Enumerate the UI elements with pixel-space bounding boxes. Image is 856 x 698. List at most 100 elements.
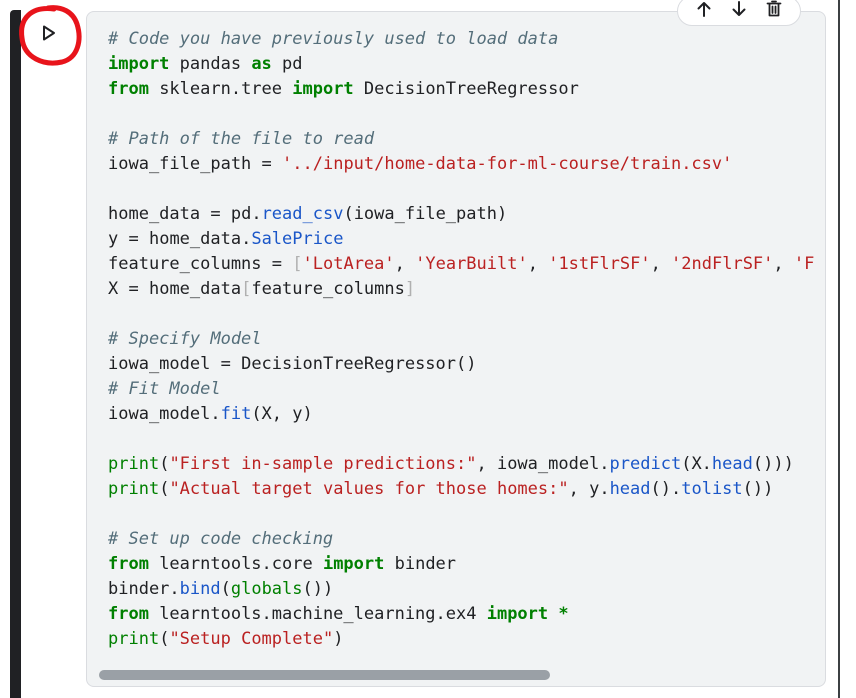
code-token-attr: head — [609, 479, 651, 499]
code-editor[interactable]: # Code you have previously used to load … — [86, 11, 826, 687]
code-token-keyword: from — [108, 79, 149, 99]
code-token-comment: # Specify Model — [108, 329, 262, 349]
code-token-builtin: print — [108, 629, 160, 649]
window-edge-divider — [838, 0, 840, 698]
code-token-plain: , — [394, 254, 416, 274]
code-token-plain: iowa_model. — [108, 404, 221, 424]
code-token-plain: home_data — [108, 204, 211, 224]
code-line: import pandas as pd — [108, 52, 814, 77]
code-token-plain: (X, y) — [251, 404, 313, 424]
code-token-string: '2ndFlrSF' — [671, 254, 774, 274]
code-token-plain: DecisionTreeRegressor() — [230, 354, 477, 374]
code-line: # Fit Model — [108, 377, 814, 402]
run-cell-button[interactable] — [24, 10, 74, 56]
code-token-plain: (X. — [681, 454, 712, 474]
code-token-plain: y — [108, 229, 129, 249]
code-token-plain: iowa_model — [108, 354, 221, 374]
code-token-bracket: [ — [292, 254, 303, 274]
code-token-plain: ) — [333, 629, 344, 649]
code-token-string: "Actual target values for those homes:" — [169, 479, 569, 499]
code-token-plain: , — [773, 254, 794, 274]
cell-selection-bar — [10, 10, 21, 698]
horizontal-scrollbar-thumb[interactable] — [99, 670, 550, 680]
arrow-up-icon — [696, 0, 712, 23]
code-token-plain: (). — [650, 479, 682, 499]
code-token-comment: # Path of the file to read — [108, 129, 375, 149]
code-token-op: = — [128, 279, 139, 299]
code-token-attr: fit — [220, 404, 252, 424]
code-token-plain: ( — [159, 454, 170, 474]
code-token-plain: ()) — [302, 579, 334, 599]
code-line: X = home_data[feature_columns] — [108, 277, 814, 302]
code-line: # Code you have previously used to load … — [108, 27, 814, 52]
move-cell-up-button[interactable] — [691, 0, 717, 24]
code-token-plain: DecisionTreeRegressor — [353, 79, 579, 99]
code-token-comment: # Fit Model — [108, 379, 221, 399]
code-token-attr: predict — [609, 454, 682, 474]
delete-cell-button[interactable] — [761, 0, 787, 24]
code-line: print("First in-sample predictions:", io… — [108, 452, 814, 477]
play-icon — [42, 25, 56, 41]
code-token-string: 'F — [793, 254, 815, 274]
code-token-bracket: [ — [241, 279, 252, 299]
code-token-plain: , iowa_model. — [476, 454, 610, 474]
move-cell-down-button[interactable] — [726, 0, 752, 24]
code-token-attr: SalePrice — [251, 229, 344, 249]
code-token-string: "Setup Complete" — [169, 629, 334, 649]
code-token-plain: binder — [384, 554, 457, 574]
code-token-keyword: import — [486, 604, 549, 624]
code-token-comment: # Code you have previously used to load … — [108, 29, 559, 49]
code-token-plain: , — [650, 254, 672, 274]
code-line: y = home_data.SalePrice — [108, 227, 814, 252]
code-token-plain: pd — [271, 54, 303, 74]
code-token-keyword: as — [251, 54, 272, 74]
code-token-keyword: import — [108, 54, 170, 74]
code-token-string: '1stFlrSF' — [548, 254, 651, 274]
code-token-builtin: print — [108, 479, 160, 499]
code-token-plain: feature_columns — [251, 279, 405, 299]
code-token-plain: ())) — [752, 454, 794, 474]
code-token-plain: ( — [159, 479, 170, 499]
code-token-op: = — [261, 154, 272, 174]
code-token-keyword: from — [108, 554, 149, 574]
arrow-down-icon — [731, 0, 747, 23]
code-line: iowa_model = DecisionTreeRegressor() — [108, 352, 814, 377]
code-token-keyword: import — [292, 79, 354, 99]
code-token-plain: pd. — [220, 204, 262, 224]
code-token-op: = — [128, 229, 139, 249]
code-token-plain: ()) — [742, 479, 774, 499]
code-text[interactable]: # Code you have previously used to load … — [108, 27, 814, 652]
code-token-plain: binder. — [108, 579, 180, 599]
code-token-op: = — [271, 254, 283, 274]
code-token-plain: feature_columns — [108, 254, 272, 274]
code-line: iowa_file_path = '../input/home-data-for… — [108, 152, 814, 177]
code-token-plain: learntools.core — [148, 554, 323, 574]
code-token-plain: learntools.machine_learning.ex4 — [148, 604, 487, 624]
code-token-builtin: print — [108, 454, 160, 474]
code-line: # Path of the file to read — [108, 127, 814, 152]
horizontal-scrollbar[interactable] — [99, 670, 815, 680]
code-token-string: '../input/home-data-for-ml-course/train.… — [282, 154, 733, 174]
code-token-string: 'LotArea' — [302, 254, 395, 274]
code-token-plain: X — [108, 279, 129, 299]
code-token-attr: head — [711, 454, 753, 474]
code-token-keyword: * — [558, 604, 569, 624]
code-line: feature_columns = ['LotArea', 'YearBuilt… — [108, 252, 814, 277]
code-token-plain: (iowa_file_path) — [343, 204, 508, 224]
code-token-builtin: globals — [230, 579, 303, 599]
code-token-attr: read_csv — [261, 204, 344, 224]
code-token-plain: iowa_file_path — [108, 154, 262, 174]
code-token-plain: , — [527, 254, 549, 274]
code-token-plain: sklearn.tree — [148, 79, 293, 99]
code-line: from sklearn.tree import DecisionTreeReg… — [108, 77, 814, 102]
code-line: # Specify Model — [108, 327, 814, 352]
trash-icon — [766, 0, 782, 23]
cell-toolbar — [677, 0, 801, 26]
code-token-bracket: ] — [404, 279, 416, 299]
